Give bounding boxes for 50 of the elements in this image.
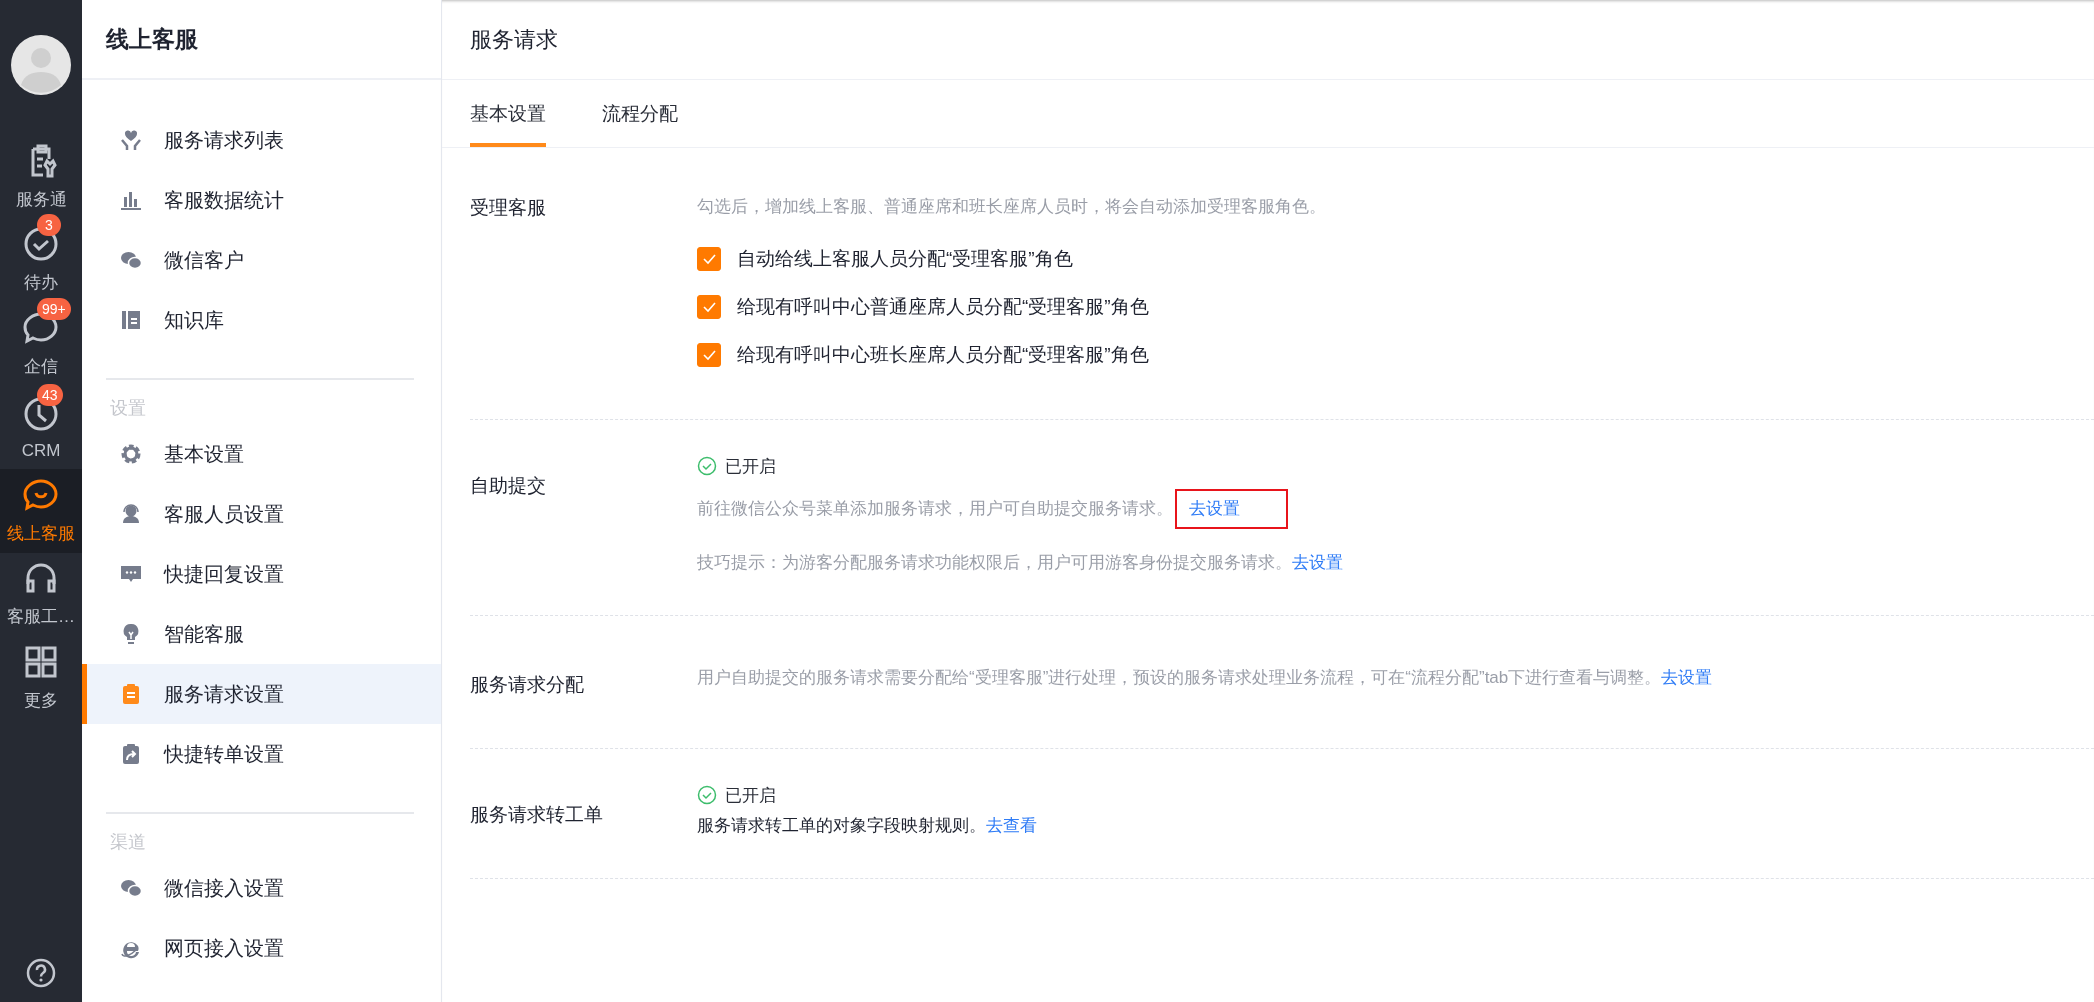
help-text: 技巧提示：为游客分配服务请求功能权限后，用户可用游客身份提交服务请求。去设置 [697, 551, 2094, 575]
section-label: 服务请求分配 [470, 673, 585, 697]
sidebar-item[interactable]: 微信客户 [82, 230, 441, 290]
page-title: 服务请求 [470, 25, 558, 54]
sidebar-item[interactable]: 微信接入设置 [82, 858, 441, 918]
sidebar-item[interactable]: 服务请求列表 [82, 110, 441, 170]
sidebar-title: 线上客服 [106, 24, 198, 54]
section-label: 受理客服 [470, 196, 547, 220]
count-badge: 3 [37, 214, 61, 236]
sidebar-item[interactable]: 服务请求设置 [82, 664, 441, 724]
rail-nav-item[interactable]: 线上客服 [0, 469, 82, 553]
rail-nav-item[interactable]: 43 CRM [0, 385, 82, 469]
sidebar-item[interactable]: 知识库 [82, 290, 441, 350]
section-label: 服务请求转工单 [470, 803, 604, 827]
tab[interactable]: 基本设置 [470, 80, 546, 147]
count-badge: 99+ [37, 297, 71, 320]
sidebar-item[interactable]: 智能客服 [82, 604, 441, 664]
rail-nav-item[interactable]: 客服工… [0, 552, 82, 636]
status-text: 已开启 [725, 784, 776, 807]
sidebar-item[interactable]: 快捷转单设置 [82, 724, 441, 784]
sidebar-item[interactable]: 网页接入设置 [82, 918, 441, 978]
settings-link[interactable]: 去设置 [1175, 489, 1288, 529]
rail-label: 企信 [24, 355, 58, 378]
settings-link[interactable]: 去设置 [1292, 551, 1343, 575]
settings-link[interactable]: 去设置 [1661, 666, 1713, 690]
help-text: 用户自助提交的服务请求需要分配给“受理客服”进行处理，预设的服务请求处理业务流程，可在“流程分配”tab下进行查看与调整。去设置 [697, 666, 2094, 690]
rail-label: CRM [21, 441, 61, 461]
settings-link[interactable]: 去查看 [986, 814, 1037, 838]
checkbox-label: 自动给线上客服人员分配“受理客服”角色 [737, 247, 1073, 271]
sidebar-item[interactable]: 快捷回复设置 [82, 544, 441, 604]
rail-label: 待办 [24, 272, 58, 294]
rail-label: 客服工… [7, 606, 75, 628]
rail-label: 服务通 [15, 188, 67, 211]
section-description: 勾选后，增加线上客服、普通座席和班长座席人员时，将会自动添加受理客服角色。 [697, 196, 1327, 218]
section-label: 自助提交 [470, 474, 547, 498]
checkbox-label: 给现有呼叫中心班长座席人员分配“受理客服”角色 [737, 343, 1149, 367]
count-badge: 43 [37, 384, 63, 406]
status-text: 已开启 [725, 455, 776, 478]
rail-nav-item[interactable]: 更多 [0, 636, 82, 720]
checkbox-label: 给现有呼叫中心普通座席人员分配“受理客服”角色 [737, 295, 1149, 319]
help-text: 前往微信公众号菜单添加服务请求，用户可自助提交服务请求。 去设置 [697, 489, 2094, 529]
sidebar-item[interactable]: 客服数据统计 [82, 170, 441, 230]
sidebar-item[interactable]: 基本设置 [82, 424, 441, 484]
group-heading: 渠道 [109, 831, 147, 854]
group-heading: 设置 [109, 397, 147, 420]
tab[interactable]: 流程分配 [602, 80, 678, 147]
rail-label: 线上客服 [7, 522, 75, 545]
sidebar-item[interactable]: 客服人员设置 [82, 484, 441, 544]
help-text: 服务请求转工单的对象字段映射规则。去查看 [697, 814, 2094, 838]
rail-label: 更多 [24, 689, 58, 712]
